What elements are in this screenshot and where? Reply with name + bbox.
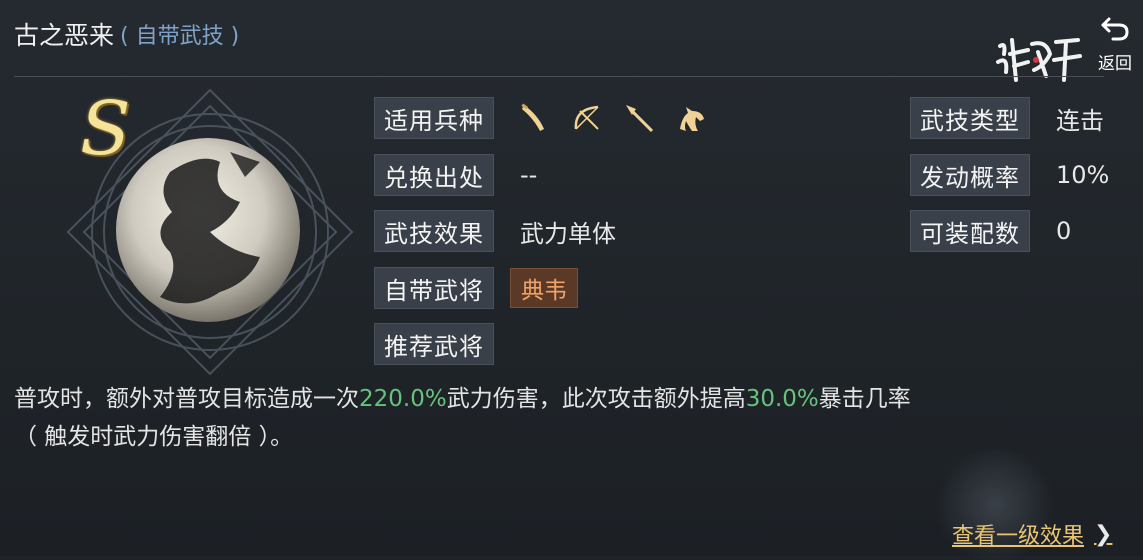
row-unit-type: 适用兵种: [374, 97, 708, 139]
title-bar: 古之恶来 ( 自带武技 ): [14, 14, 239, 54]
row-equip-count: 可装配数 0: [910, 210, 1071, 252]
bow-icon: [570, 101, 604, 135]
row-recommend: 推荐武将: [374, 323, 494, 365]
row-source: 兑换出处 --: [374, 154, 537, 196]
trigger-rate-value: 10%: [1056, 161, 1110, 189]
skill-detail-panel: 古之恶来 ( 自带武技 ) 返回 S 适用兵种 兑换出处 -- 武技效果 武力单…: [0, 0, 1143, 560]
recommend-label: 推荐武将: [374, 323, 494, 365]
unit-type-label: 适用兵种: [374, 97, 494, 139]
equip-count-value: 0: [1056, 217, 1072, 245]
spear-icon: [622, 101, 656, 135]
skill-subtitle: ( 自带武技 ): [120, 24, 240, 49]
view-level1-label: 查看一级效果: [952, 524, 1085, 549]
effect-value: 武力单体: [520, 219, 616, 248]
skill-title: 古之恶来: [14, 21, 115, 50]
desc-crit-pct: 30.0%: [745, 386, 819, 412]
chevron-right-icon: ❯: [1094, 521, 1113, 547]
row-trigger-rate: 发动概率 10%: [910, 154, 1109, 196]
back-label: 返回: [1098, 54, 1132, 74]
desc-line2: （ 触发时武力伤害翻倍 ）。: [14, 424, 294, 450]
row-own-hero: 自带武将 典韦: [374, 267, 578, 309]
trigger-rate-label: 发动概率: [910, 154, 1030, 196]
skill-type-label: 武技类型: [910, 97, 1030, 139]
effect-label: 武技效果: [374, 210, 494, 252]
game-logo: [994, 32, 1084, 88]
row-skill-type: 武技类型 连击: [910, 97, 1104, 139]
unit-icons: [518, 101, 708, 135]
skill-description: 普攻时，额外对普攻目标造成一次220.0%武力伤害，此次攻击额外提高30.0%暴…: [14, 380, 1132, 456]
desc-damage-pct: 220.0%: [359, 386, 447, 412]
row-effect: 武技效果 武力单体: [374, 210, 616, 252]
grade-letter: S: [80, 86, 131, 172]
equip-count-label: 可装配数: [910, 210, 1030, 252]
back-button[interactable]: 返回: [1092, 14, 1138, 74]
own-hero-label: 自带武将: [374, 267, 494, 309]
saber-icon: [518, 101, 552, 135]
horse-icon: [674, 101, 708, 135]
skill-type-value: 连击: [1056, 106, 1104, 135]
desc-part1: 普攻时，额外对普攻目标造成一次: [14, 386, 359, 412]
header-divider: [14, 76, 1104, 77]
back-arrow-icon: [1099, 15, 1131, 47]
source-value: --: [520, 161, 538, 189]
own-hero-tag[interactable]: 典韦: [510, 268, 578, 308]
view-level1-effect-link[interactable]: 查看一级效果 ❯: [952, 518, 1112, 550]
source-label: 兑换出处: [374, 154, 494, 196]
desc-part3: 暴击几率: [818, 386, 911, 412]
desc-part2: 武力伤害，此次攻击额外提高: [446, 386, 746, 412]
